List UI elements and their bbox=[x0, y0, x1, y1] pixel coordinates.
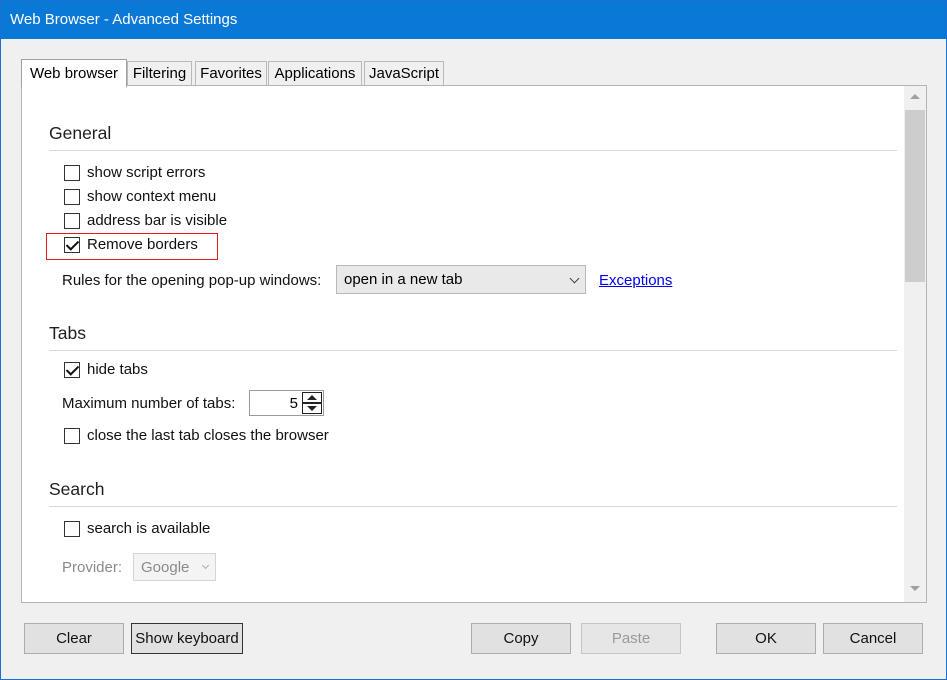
exceptions-link[interactable]: Exceptions bbox=[599, 272, 672, 289]
show-context-menu-label: show context menu bbox=[87, 188, 217, 205]
copy-button[interactable]: Copy bbox=[471, 623, 571, 654]
tab-applications[interactable]: Applications bbox=[268, 61, 362, 85]
provider-label: Provider: bbox=[62, 559, 123, 576]
section-title-search: Search bbox=[49, 479, 105, 499]
stepper-arrows bbox=[302, 392, 322, 414]
address-bar-visible-checkbox[interactable] bbox=[64, 213, 80, 229]
show-keyboard-button[interactable]: Show keyboard bbox=[131, 623, 243, 654]
max-tabs-label: Maximum number of tabs: bbox=[62, 395, 236, 412]
divider bbox=[49, 506, 897, 507]
window-title: Web Browser - Advanced Settings bbox=[10, 11, 238, 28]
show-script-errors-label: show script errors bbox=[87, 164, 206, 181]
tab-javascript[interactable]: JavaScript bbox=[364, 61, 444, 85]
show-script-errors-checkbox[interactable] bbox=[64, 165, 80, 181]
hide-tabs-checkbox[interactable] bbox=[64, 362, 80, 378]
close-last-tab-checkbox[interactable] bbox=[64, 428, 80, 444]
chevron-down-icon bbox=[201, 561, 210, 570]
tab-filtering[interactable]: Filtering bbox=[127, 61, 192, 85]
section-title-tabs: Tabs bbox=[49, 323, 86, 343]
chevron-down-icon bbox=[569, 273, 580, 284]
cancel-button[interactable]: Cancel bbox=[823, 623, 923, 654]
provider-value: Google bbox=[141, 559, 190, 576]
clear-button[interactable]: Clear bbox=[24, 623, 124, 654]
popup-rules-select[interactable]: open in a new tab bbox=[336, 265, 586, 294]
divider bbox=[49, 350, 897, 351]
remove-borders-label: Remove borders bbox=[87, 236, 198, 253]
scroll-down-icon[interactable] bbox=[910, 586, 920, 591]
stepper-down-button[interactable] bbox=[302, 403, 322, 414]
settings-window: Web Browser - Advanced Settings Web brow… bbox=[0, 0, 947, 680]
settings-panel: General show script errors show context … bbox=[21, 85, 927, 603]
vertical-scrollbar[interactable] bbox=[904, 86, 926, 602]
stepper-up-button[interactable] bbox=[302, 392, 322, 403]
close-last-tab-label: close the last tab closes the browser bbox=[87, 427, 329, 444]
max-tabs-stepper[interactable]: 5 bbox=[249, 390, 324, 416]
popup-rules-value: open in a new tab bbox=[344, 271, 463, 288]
paste-button: Paste bbox=[581, 623, 681, 654]
search-available-checkbox[interactable] bbox=[64, 521, 80, 537]
divider bbox=[49, 150, 897, 151]
max-tabs-value: 5 bbox=[289, 395, 298, 412]
scrollbar-thumb[interactable] bbox=[905, 110, 925, 282]
provider-select: Google bbox=[133, 553, 216, 581]
tab-favorites[interactable]: Favorites bbox=[195, 61, 267, 85]
remove-borders-checkbox[interactable] bbox=[64, 237, 80, 253]
title-bar: Web Browser - Advanced Settings bbox=[1, 1, 946, 39]
hide-tabs-label: hide tabs bbox=[87, 361, 148, 378]
scroll-up-icon[interactable] bbox=[910, 94, 920, 99]
show-context-menu-checkbox[interactable] bbox=[64, 189, 80, 205]
search-available-label: search is available bbox=[87, 520, 211, 537]
tab-web-browser[interactable]: Web browser bbox=[21, 59, 127, 87]
address-bar-visible-label: address bar is visible bbox=[87, 212, 228, 229]
arrow-up-icon bbox=[307, 395, 317, 400]
arrow-down-icon bbox=[307, 406, 317, 411]
ok-button[interactable]: OK bbox=[716, 623, 816, 654]
popup-rules-label: Rules for the opening pop-up windows: bbox=[62, 272, 322, 289]
section-title-general: General bbox=[49, 123, 112, 143]
